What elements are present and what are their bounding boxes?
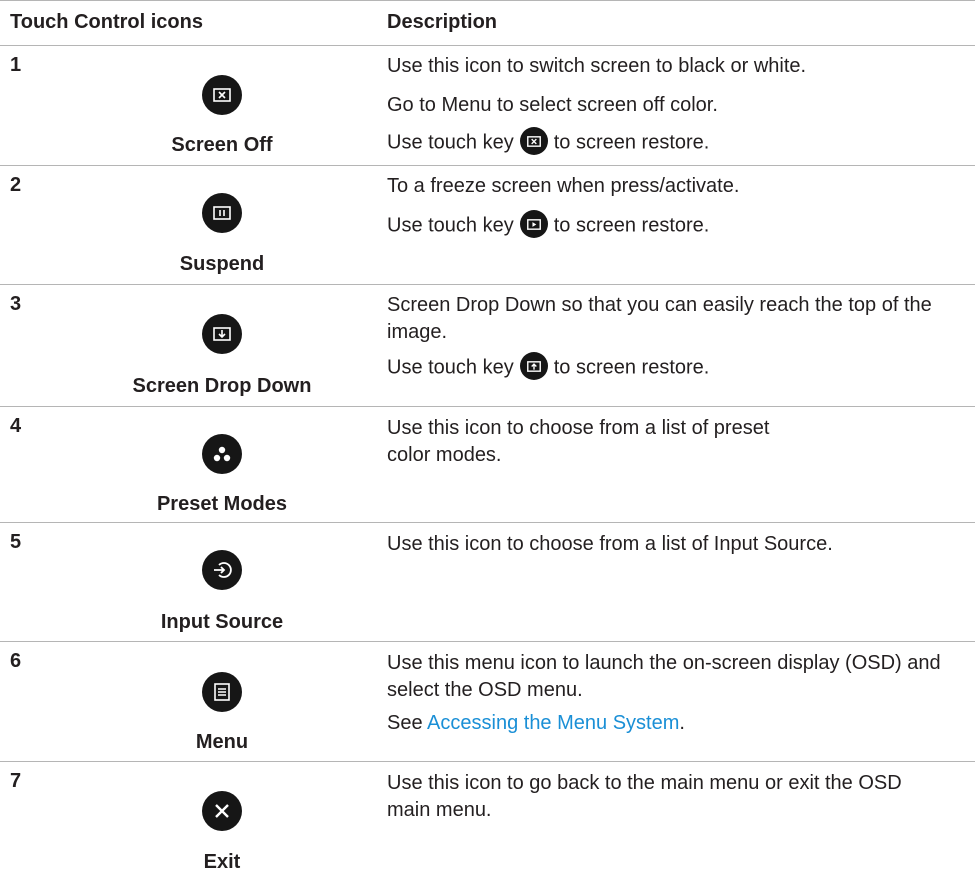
- row-description: Use this icon to switch screen to black …: [387, 53, 967, 157]
- desc-line: Use this icon to go back to the main men…: [387, 772, 902, 821]
- menu-icon: [202, 672, 242, 712]
- desc-text: See: [387, 712, 423, 734]
- row-description: Use this icon to go back to the main men…: [387, 770, 947, 824]
- preset-modes-icon: [202, 434, 242, 474]
- drop-up-icon: [519, 352, 548, 380]
- row-number: 5: [10, 531, 22, 553]
- row-number: 6: [10, 650, 22, 672]
- desc-text: Use touch key: [387, 131, 514, 154]
- row-number: 7: [10, 770, 22, 792]
- screen-off-icon: [519, 127, 548, 155]
- desc-line: See Accessing the Menu System.: [387, 710, 962, 737]
- table-row: 4 Preset Modes Use this icon to choose f…: [0, 407, 975, 523]
- desc-text: .: [679, 712, 685, 734]
- row-number: 3: [10, 293, 22, 315]
- desc-text: to screen restore.: [553, 131, 710, 154]
- desc-line: Go to Menu to select screen off color.: [387, 94, 718, 116]
- row-description: Use this icon to choose from a list of I…: [387, 531, 967, 558]
- table-row: 5 Input Source Use this icon to choose f…: [0, 523, 975, 642]
- desc-text: Use touch key: [387, 356, 514, 379]
- header-description: Description: [387, 11, 498, 33]
- icon-label-menu: Menu: [195, 731, 249, 753]
- desc-line: Screen Drop Down so that you can easily …: [387, 294, 932, 343]
- exit-icon: [202, 791, 242, 831]
- row-description: Use this menu icon to launch the on-scre…: [387, 650, 962, 737]
- row-description: Screen Drop Down so that you can easily …: [387, 292, 962, 382]
- desc-text: Use touch key: [387, 214, 514, 237]
- icon-label-preset-modes: Preset Modes: [156, 493, 288, 515]
- icon-label-exit: Exit: [203, 851, 241, 873]
- table-row: 1 Screen Off Use this icon to switch scr…: [0, 46, 975, 166]
- icon-label-screen-off: Screen Off: [171, 134, 273, 156]
- table-row: 2 Suspend To a freeze screen when press/…: [0, 166, 975, 285]
- desc-line: Use this icon to switch screen to black …: [387, 55, 807, 77]
- icon-label-suspend: Suspend: [179, 253, 265, 275]
- screen-off-icon: [202, 75, 242, 115]
- desc-line: Use touch key to screen restore.: [387, 127, 967, 157]
- drop-down-icon: [202, 314, 242, 354]
- desc-text: to screen restore.: [553, 356, 710, 379]
- row-number: 1: [10, 54, 22, 76]
- desc-line: Use touch key to screen restore.: [387, 352, 962, 382]
- table-header: Touch Control icons Description: [0, 0, 975, 46]
- row-description: To a freeze screen when press/activate. …: [387, 173, 967, 240]
- desc-line: Use this icon to choose from a list of p…: [387, 417, 770, 466]
- row-description: Use this icon to choose from a list of p…: [387, 415, 807, 469]
- desc-text: to screen restore.: [553, 214, 710, 237]
- row-number: 4: [10, 415, 22, 437]
- table-row: 7 Exit Use this icon to go back to the m…: [0, 762, 975, 878]
- icon-label-input-source: Input Source: [160, 611, 284, 633]
- play-icon: [519, 210, 548, 238]
- desc-line: Use this menu icon to launch the on-scre…: [387, 652, 941, 701]
- row-number: 2: [10, 174, 22, 196]
- desc-line: Use touch key to screen restore.: [387, 210, 967, 240]
- table-row: 6 Menu Use this menu icon to launch the …: [0, 642, 975, 762]
- input-source-icon: [202, 550, 242, 590]
- header-touch-control-icons: Touch Control icons: [10, 11, 203, 33]
- pause-icon: [202, 193, 242, 233]
- desc-line: Use this icon to choose from a list of I…: [387, 533, 833, 555]
- table-row: 3 Screen Drop Down Screen Drop Down so t…: [0, 285, 975, 407]
- desc-line: To a freeze screen when press/activate.: [387, 175, 740, 197]
- accessing-menu-system-link[interactable]: Accessing the Menu System: [427, 712, 679, 734]
- icon-label-screen-drop-down: Screen Drop Down: [132, 375, 312, 397]
